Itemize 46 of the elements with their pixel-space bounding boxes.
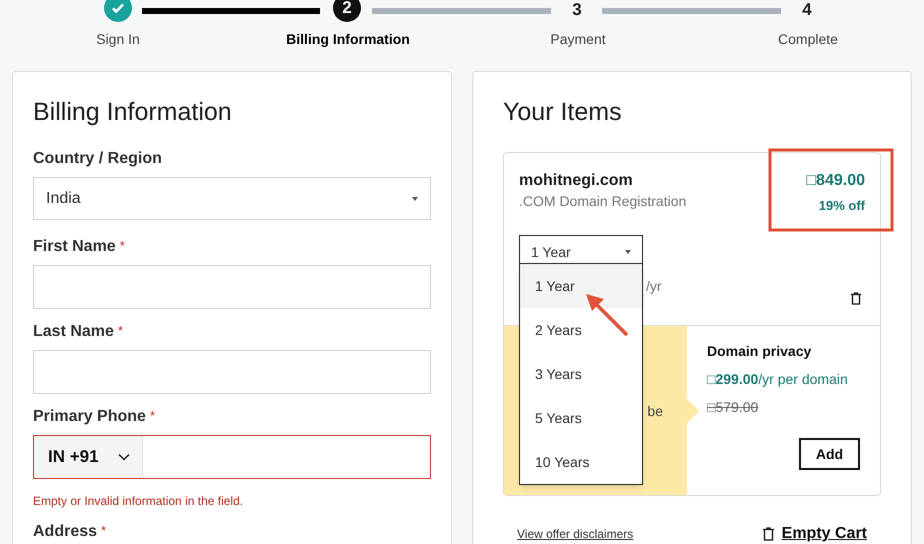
section-title: Billing Information [33,97,233,127]
field-label: First Name [33,237,116,257]
domain-name: mohitnegi.com [519,171,634,191]
price-fragment: /yr [646,276,662,296]
country-select[interactable]: India [33,177,431,220]
input-field[interactable] [33,350,431,394]
caret-icon [625,249,631,255]
field-label: Last Name [33,322,114,342]
product-subtitle: .COM Domain Registration [519,192,686,210]
price: □849.00 [806,171,865,191]
offer-title: Domain privacy [707,342,812,361]
offer-text: be [647,402,663,421]
add-button[interactable]: Add [799,438,860,470]
dropdown-option[interactable]: 2 Years [520,308,642,352]
step-label: Sign In [95,30,141,49]
caret-icon [412,196,418,202]
step-number: 3 [571,0,583,22]
required-mark: * [120,237,125,255]
dropdown-option[interactable]: 10 Years [520,440,642,484]
chevron-icon [118,453,130,461]
error-message: Empty or Invalid information in the field. [33,493,244,509]
step-number: 4 [801,0,813,22]
discount-label: 19% off [818,197,865,215]
step-number: 2 [333,0,361,22]
required-mark: * [118,322,123,340]
field-label: Primary Phone [33,407,146,427]
required-mark: * [101,522,106,540]
step-label: Payment [549,30,607,49]
step-label: Billing Information [285,30,411,49]
empty-cart-link[interactable]: Empty Cart [782,522,867,544]
field-label: Country / Region [33,149,162,169]
disclaimer-link[interactable]: View offer disclaimers [517,525,634,543]
old-price: □579.00 [707,398,760,417]
dropdown-option[interactable]: 5 Years [520,396,642,440]
trash-icon [762,527,774,541]
offer-price: □299.00/yr per domain [707,370,849,389]
section-title: Your Items [503,97,623,127]
step-label: Complete [777,30,839,49]
annotation-arrow [586,294,628,336]
country-code-select[interactable]: IN +91 [34,436,143,478]
required-mark: * [150,407,155,425]
field-label: Address [33,522,98,542]
dropdown-option[interactable]: 3 Years [520,352,642,396]
input-field[interactable] [33,265,431,309]
trash-icon[interactable] [851,292,861,304]
dropdown-option[interactable]: 1 Year [520,264,642,308]
